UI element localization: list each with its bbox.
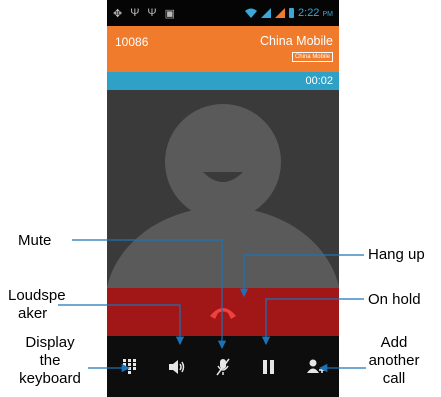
mute-leader-line [72,239,227,350]
callout-leader-lines [58,239,366,373]
loudspeaker-leader-line [58,304,185,346]
hang-up-leader-line [239,254,364,298]
on-hold-leader-line [261,298,364,346]
